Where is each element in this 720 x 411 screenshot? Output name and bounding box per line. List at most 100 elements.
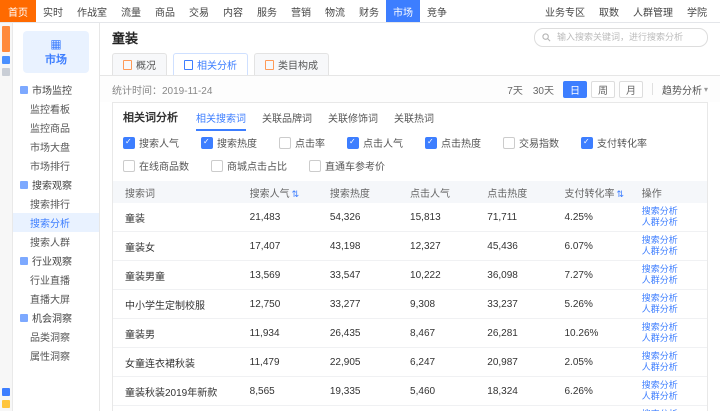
sidebar-item[interactable]: 机会洞察 — [13, 308, 99, 327]
nav-item[interactable]: 实时 — [36, 0, 70, 22]
column-header-label: 点击热度 — [487, 189, 527, 200]
nav-item[interactable]: 作战室 — [70, 0, 114, 22]
search-input[interactable] — [555, 31, 700, 43]
value-cell: 19,335 — [324, 377, 404, 406]
nav-item[interactable]: 财务 — [352, 0, 386, 22]
action-link[interactable]: 人群分析 — [642, 304, 701, 315]
keyword-searchbox[interactable] — [534, 28, 708, 47]
nav-item[interactable]: 流量 — [114, 0, 148, 22]
metric-checkbox-item[interactable]: 点击热度 — [425, 135, 481, 150]
actions-cell: 搜索分析人群分析 — [636, 203, 707, 232]
nav-item[interactable]: 竞争 — [420, 0, 454, 22]
checkbox-unchecked-icon[interactable] — [279, 137, 291, 149]
word-subtab[interactable]: 相关搜索词 — [196, 103, 246, 131]
metric-row-1: 搜索人气 搜索热度 点击率 点击人气 点击热度 交易指数 支付转化率 — [123, 135, 697, 150]
nav-item[interactable]: 人群管理 — [626, 0, 680, 22]
action-link[interactable]: 搜索分析 — [642, 235, 701, 246]
checkbox-checked-icon[interactable] — [347, 137, 359, 149]
value-cell: 21,483 — [244, 203, 324, 232]
sidebar-item[interactable]: 搜索人群 — [13, 232, 99, 251]
metric-label: 支付转化率 — [597, 135, 647, 150]
nav-item[interactable]: 业务专区 — [538, 0, 592, 22]
nav-item[interactable]: 服务 — [250, 0, 284, 22]
dock-bottom-yellow-icon[interactable] — [2, 400, 10, 408]
sidebar-item[interactable]: 市场排行 — [13, 156, 99, 175]
metric-checkbox-item[interactable]: 在线商品数 — [123, 158, 189, 173]
tab[interactable]: 相关分析 — [173, 53, 248, 75]
checkbox-unchecked-icon[interactable] — [503, 137, 515, 149]
sidebar-item[interactable]: 直播大屏 — [13, 289, 99, 308]
checkbox-checked-icon[interactable] — [123, 137, 135, 149]
granularity-button[interactable]: 日 — [563, 81, 587, 98]
top-navbar: 首页 实时作战室流量商品交易内容服务营销物流财务市场竞争 业务专区取数人群管理学… — [0, 0, 720, 23]
module-market-button[interactable]: ▦ 市场 — [23, 31, 89, 73]
word-subtab[interactable]: 关联热词 — [394, 103, 434, 131]
nav-item[interactable]: 物流 — [318, 0, 352, 22]
metric-checkbox-item[interactable]: 交易指数 — [503, 135, 559, 150]
sidebar-item[interactable]: 搜索分析 — [13, 213, 99, 232]
actions-cell: 搜索分析人群分析 — [636, 261, 707, 290]
dock-blue-icon[interactable] — [2, 56, 10, 64]
checkbox-checked-icon[interactable] — [425, 137, 437, 149]
metric-checkbox-item[interactable]: 点击率 — [279, 135, 325, 150]
dock-gray-icon[interactable] — [2, 68, 10, 76]
range-buttons: 7天30天 — [504, 81, 557, 98]
checkbox-unchecked-icon[interactable] — [211, 160, 223, 172]
sidebar-item[interactable]: 行业观察 — [13, 251, 99, 270]
sort-icon[interactable]: ⇅ — [292, 189, 300, 199]
sidebar-item[interactable]: 属性洞察 — [13, 346, 99, 365]
checkbox-unchecked-icon[interactable] — [309, 160, 321, 172]
action-link[interactable]: 搜索分析 — [642, 351, 701, 362]
metric-checkbox-item[interactable]: 直通车参考价 — [309, 158, 385, 173]
granularity-button[interactable]: 周 — [591, 81, 615, 98]
metric-checkbox-item[interactable]: 搜索热度 — [201, 135, 257, 150]
granularity-buttons: 日周月 — [563, 81, 643, 98]
nav-item[interactable]: 商品 — [148, 0, 182, 22]
sidebar-item[interactable]: 监控商品 — [13, 118, 99, 137]
metric-checkbox-item[interactable]: 支付转化率 — [581, 135, 647, 150]
nav-item[interactable]: 市场 — [386, 0, 420, 22]
granularity-button[interactable]: 月 — [619, 81, 643, 98]
action-link[interactable]: 人群分析 — [642, 217, 701, 228]
action-link[interactable]: 人群分析 — [642, 275, 701, 286]
action-link[interactable]: 人群分析 — [642, 333, 701, 344]
checkbox-checked-icon[interactable] — [201, 137, 213, 149]
sort-icon[interactable]: ⇅ — [616, 189, 624, 199]
action-link[interactable]: 搜索分析 — [642, 206, 701, 217]
action-link[interactable]: 人群分析 — [642, 246, 701, 257]
metric-checkbox-item[interactable]: 商城点击占比 — [211, 158, 287, 173]
sidebar-item[interactable]: 搜索排行 — [13, 194, 99, 213]
metric-label: 商城点击占比 — [227, 158, 287, 173]
sidebar-item[interactable]: 市场大盘 — [13, 137, 99, 156]
checkbox-unchecked-icon[interactable] — [123, 160, 135, 172]
sidebar-item[interactable]: 搜索观察 — [13, 175, 99, 194]
sidebar-item[interactable]: 行业直播 — [13, 270, 99, 289]
tab[interactable]: 概况 — [112, 53, 167, 75]
sidebar-item[interactable]: 监控看板 — [13, 99, 99, 118]
nav-item[interactable]: 交易 — [182, 0, 216, 22]
dock-bottom-blue-icon[interactable] — [2, 388, 10, 396]
action-link[interactable]: 搜索分析 — [642, 293, 701, 304]
home-logo[interactable]: 首页 — [0, 0, 36, 22]
table-body: 童装21,48354,32615,81371,7114.25%搜索分析人群分析童… — [113, 203, 707, 411]
range-button[interactable]: 7天 — [504, 81, 526, 98]
word-subtab[interactable]: 关联修饰词 — [328, 103, 378, 131]
word-subtab[interactable]: 关联品牌词 — [262, 103, 312, 131]
sidebar-item[interactable]: 市场监控 — [13, 80, 99, 99]
checkbox-checked-icon[interactable] — [581, 137, 593, 149]
sidebar-item[interactable]: 品类洞察 — [13, 327, 99, 346]
nav-item[interactable]: 学院 — [680, 0, 714, 22]
action-link[interactable]: 人群分析 — [642, 391, 701, 402]
tab[interactable]: 类目构成 — [254, 53, 329, 75]
nav-item[interactable]: 取数 — [592, 0, 626, 22]
nav-item[interactable]: 内容 — [216, 0, 250, 22]
metric-checkbox-item[interactable]: 点击人气 — [347, 135, 403, 150]
action-link[interactable]: 搜索分析 — [642, 264, 701, 275]
range-button[interactable]: 30天 — [530, 81, 557, 98]
action-link[interactable]: 搜索分析 — [642, 380, 701, 391]
action-link[interactable]: 人群分析 — [642, 362, 701, 373]
action-link[interactable]: 搜索分析 — [642, 322, 701, 333]
metric-checkbox-item[interactable]: 搜索人气 — [123, 135, 179, 150]
nav-item[interactable]: 营销 — [284, 0, 318, 22]
trend-analysis-link[interactable]: 趋势分析 ▾ — [662, 82, 708, 97]
